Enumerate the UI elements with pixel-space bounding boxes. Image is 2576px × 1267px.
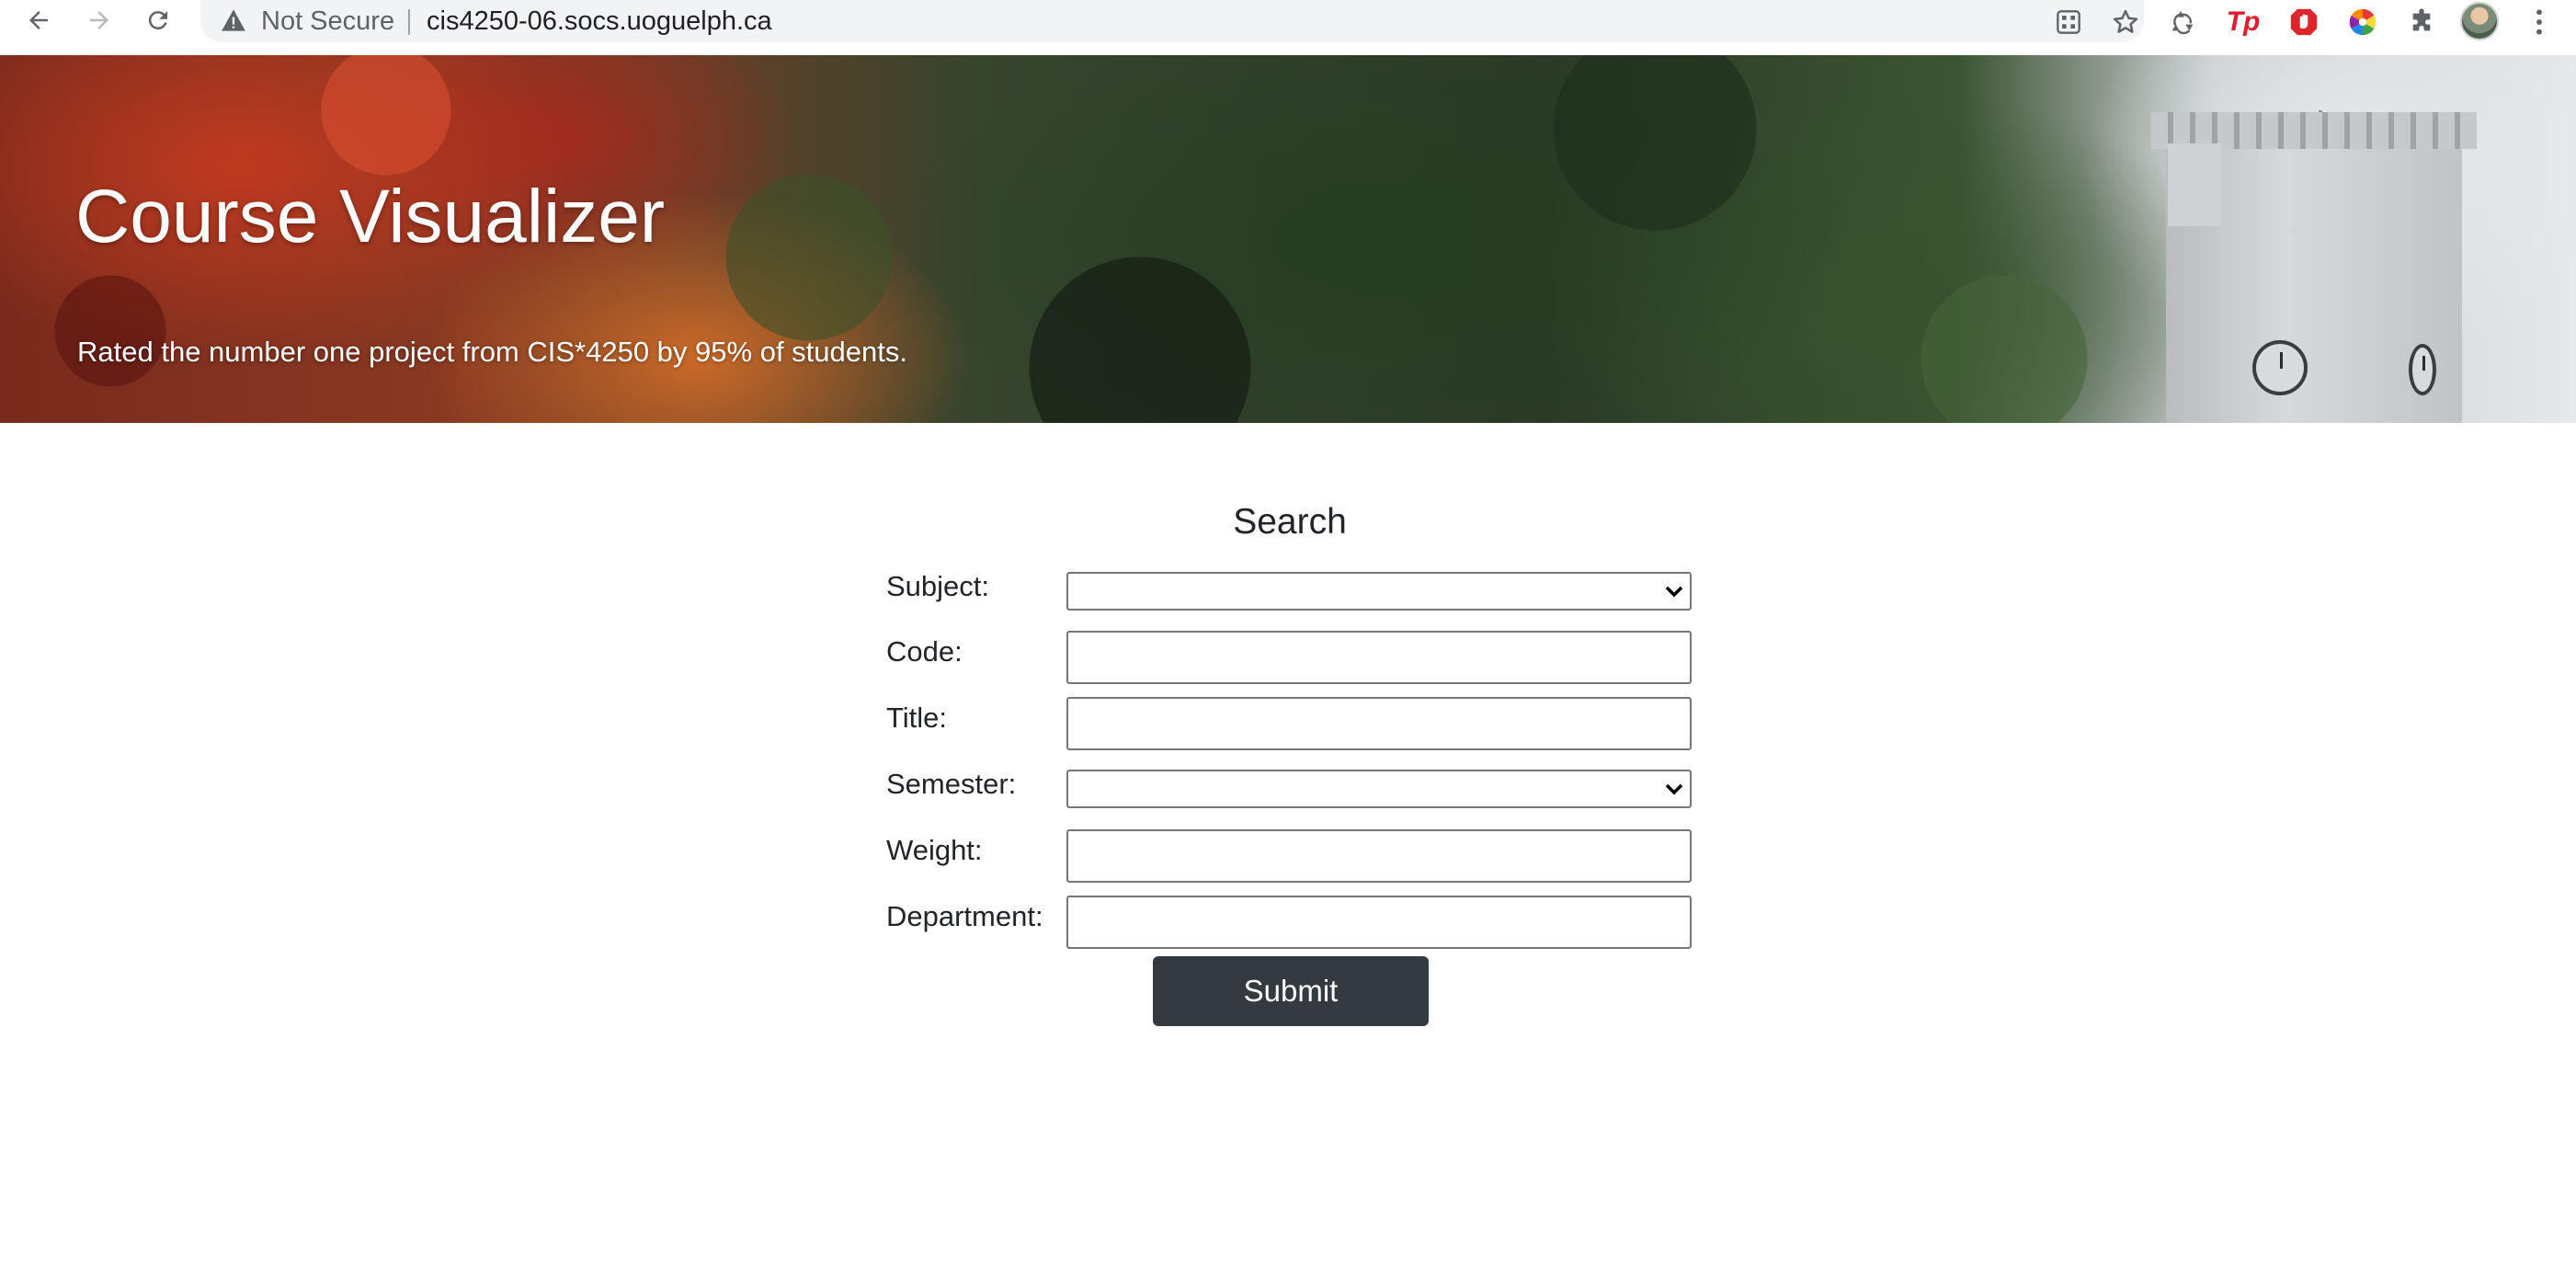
weight-input[interactable] xyxy=(1066,829,1692,883)
reload-icon xyxy=(144,6,172,34)
warning-icon[interactable] xyxy=(221,8,246,37)
adblock-extension-icon[interactable] xyxy=(2284,2,2324,42)
security-status[interactable]: Not Secure xyxy=(261,6,394,37)
page-title: Course Visualizer xyxy=(75,175,666,258)
reload-button[interactable] xyxy=(132,0,184,40)
recycle-extension-icon[interactable] xyxy=(2164,2,2205,42)
subject-label: Subject: xyxy=(886,570,990,602)
color-wheel-extension-icon[interactable] xyxy=(2342,2,2383,42)
clock-face xyxy=(2252,340,2308,395)
back-button[interactable] xyxy=(13,0,64,40)
department-label: Department: xyxy=(886,900,1043,932)
department-input[interactable] xyxy=(1066,896,1692,949)
url-text[interactable]: cis4250-06.socs.uoguelph.ca xyxy=(427,6,772,37)
semester-label: Semester: xyxy=(886,768,1017,800)
semester-select[interactable] xyxy=(1066,770,1692,808)
puzzle-extensions-icon[interactable] xyxy=(2401,2,2442,42)
weight-label: Weight: xyxy=(886,834,983,866)
tp-extension-icon[interactable]: Tp xyxy=(2223,2,2263,42)
hero-banner: Course Visualizer Rated the number one p… xyxy=(0,55,2576,423)
page-subtitle: Rated the number one project from CIS*42… xyxy=(77,336,907,368)
title-input[interactable] xyxy=(1066,697,1692,750)
code-label: Code: xyxy=(886,635,963,668)
clock-face-side xyxy=(2409,344,2436,395)
star-icon[interactable] xyxy=(2107,4,2144,40)
qr-code-icon[interactable] xyxy=(2050,4,2087,40)
forward-arrow-icon xyxy=(85,6,113,34)
search-heading: Search xyxy=(1233,502,1347,542)
subject-select[interactable] xyxy=(1066,572,1692,611)
avatar[interactable] xyxy=(2460,2,2499,40)
forward-button[interactable] xyxy=(74,0,125,40)
address-bar[interactable]: Not Secure cis4250-06.socs.uoguelph.ca xyxy=(200,0,2144,42)
tower-turret xyxy=(2168,143,2221,226)
submit-button[interactable]: Submit xyxy=(1153,956,1429,1026)
browser-toolbar: Not Secure cis4250-06.socs.uoguelph.ca T… xyxy=(0,0,2576,56)
title-label: Title: xyxy=(886,702,948,734)
code-input[interactable] xyxy=(1066,631,1692,684)
tp-extension-label: Tp xyxy=(2226,6,2261,37)
address-divider xyxy=(408,9,410,35)
back-arrow-icon xyxy=(25,6,52,34)
kebab-menu-icon[interactable] xyxy=(2519,2,2559,42)
